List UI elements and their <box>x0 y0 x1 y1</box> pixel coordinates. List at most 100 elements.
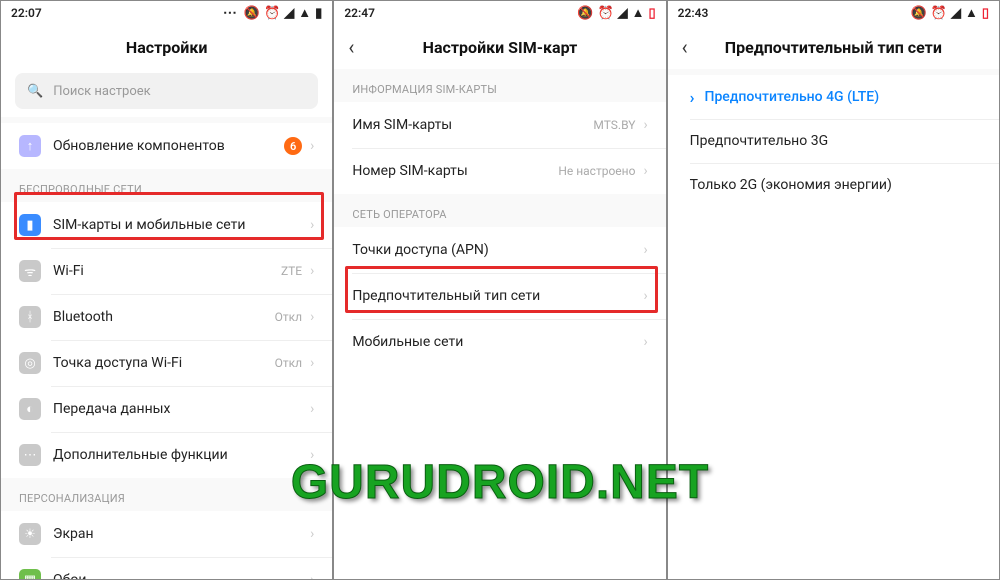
chevron-right-icon: › <box>310 572 314 579</box>
chevron-right-icon: › <box>643 334 647 350</box>
row-value: MTS.BY <box>593 118 635 132</box>
row-value: ZTE <box>281 264 302 278</box>
row-Bluetooth[interactable]: ᚼ Bluetooth Откл › <box>1 294 332 340</box>
wifi-icon: ▲ <box>632 5 645 21</box>
row-Имя SIM-карты[interactable]: Имя SIM-карты MTS.BY › <box>334 102 665 148</box>
sim-list: ИНФОРМАЦИЯ SIM-КАРТЫ Имя SIM-карты MTS.B… <box>334 69 665 579</box>
option-Предпочтительно 3G[interactable]: Предпочтительно 3G <box>668 119 999 163</box>
row-update[interactable]: ↑ Обновление компонентов 6 › <box>1 123 332 169</box>
row-Wi-Fi[interactable]: ᯤ Wi-Fi ZTE › <box>1 248 332 294</box>
row-Мобильные сети[interactable]: Мобильные сети › <box>334 319 665 365</box>
battery-icon: ▯ <box>649 6 656 21</box>
row-label: Bluetooth <box>53 309 275 325</box>
row-value: Откл <box>275 356 302 370</box>
chevron-right-icon: › <box>310 263 314 279</box>
row-label: Wi-Fi <box>53 263 281 279</box>
chevron-right-icon: › <box>310 309 314 325</box>
option-label: Предпочтительно 4G (LTE) <box>705 89 981 105</box>
screen-network-type: 22:43 🔕 ⏰ ◢ ▲ ▯ ‹ Предпочтительный тип с… <box>667 0 1000 580</box>
alarm-icon: ⏰ <box>597 6 613 21</box>
row-value: Откл <box>275 310 302 324</box>
row-Точка доступа Wi-Fi[interactable]: ◎ Точка доступа Wi-Fi Откл › <box>1 340 332 386</box>
wifi-icon: ▲ <box>298 5 311 21</box>
section-wireless: БЕСПРОВОДНЫЕ СЕТИ <box>1 169 332 202</box>
chevron-right-icon: › <box>643 288 647 304</box>
status-time: 22:43 <box>678 6 709 20</box>
chevron-right-icon: › <box>310 401 314 417</box>
signal-icon: ◢ <box>951 6 961 21</box>
status-time: 22:47 <box>344 6 375 20</box>
row-icon: ◎ <box>19 352 41 374</box>
mute-icon: 🔕 <box>577 6 593 21</box>
chevron-right-icon: › <box>310 526 314 542</box>
row-icon: ▦ <box>19 569 41 579</box>
section-operator: СЕТЬ ОПЕРАТОРА <box>334 194 665 227</box>
row-Точки доступа (APN)[interactable]: Точки доступа (APN) › <box>334 227 665 273</box>
row-icon: ᚼ <box>19 306 41 328</box>
status-time: 22:07 <box>11 6 42 20</box>
row-icon: ◐ <box>19 398 41 420</box>
row-label: Номер SIM-карты <box>352 163 558 179</box>
screen-settings: 22:07 ⋯ 🔕 ⏰ ◢ ▲ ▮ Настройки 🔍 Поиск наст… <box>0 0 333 580</box>
search-icon: 🔍 <box>27 84 43 99</box>
back-button[interactable]: ‹ <box>682 35 688 59</box>
row-label: Предпочтительный тип сети <box>352 288 643 304</box>
row-icon: ⋯ <box>19 444 41 466</box>
option-Только 2G (экономия энергии)[interactable]: Только 2G (экономия энергии) <box>668 163 999 207</box>
status-icons: 🔕 ⏰ ◢ ▲ ▯ <box>577 5 655 21</box>
chevron-right-icon: › <box>310 138 314 154</box>
row-icon: ▮ <box>19 214 41 236</box>
status-icons: ⋯ 🔕 ⏰ ◢ ▲ ▮ <box>223 5 322 21</box>
statusbar: 22:07 ⋯ 🔕 ⏰ ◢ ▲ ▮ <box>1 1 332 25</box>
chevron-right-icon: › <box>643 242 647 258</box>
header: Настройки <box>1 25 332 69</box>
mute-icon: 🔕 <box>244 6 260 21</box>
section-personal: ПЕРСОНАЛИЗАЦИЯ <box>1 478 332 511</box>
option-Предпочтительно 4G (LTE)[interactable]: › Предпочтительно 4G (LTE) <box>668 75 999 119</box>
option-label: Только 2G (экономия энергии) <box>690 177 981 193</box>
row-label: Точки доступа (APN) <box>352 242 643 258</box>
page-title: Предпочтительный тип сети <box>725 38 942 57</box>
battery-icon: ▮ <box>315 6 322 21</box>
row-SIM-карты и мобильные сети[interactable]: ▮ SIM-карты и мобильные сети › <box>1 202 332 248</box>
search-placeholder: Поиск настроек <box>53 84 151 99</box>
option-label: Предпочтительно 3G <box>690 133 981 149</box>
screen-sim-settings: 22:47 🔕 ⏰ ◢ ▲ ▯ ‹ Настройки SIM-карт ИНФ… <box>333 0 666 580</box>
chevron-right-icon: › <box>643 117 647 133</box>
page-title: Настройки <box>126 38 208 57</box>
wifi-icon: ▲ <box>965 5 978 21</box>
settings-list: ↑ Обновление компонентов 6 › БЕСПРОВОДНЫ… <box>1 117 332 579</box>
row-label: Экран <box>53 526 310 542</box>
signal-icon: ◢ <box>284 6 294 21</box>
row-Экран[interactable]: ☀ Экран › <box>1 511 332 557</box>
check-icon: › <box>690 88 695 107</box>
row-Дополнительные функции[interactable]: ⋯ Дополнительные функции › <box>1 432 332 478</box>
row-label: Обновление компонентов <box>53 138 284 154</box>
row-Обои[interactable]: ▦ Обои › <box>1 557 332 579</box>
page-title: Настройки SIM-карт <box>423 38 578 57</box>
update-icon: ↑ <box>19 135 41 157</box>
statusbar: 22:47 🔕 ⏰ ◢ ▲ ▯ <box>334 1 665 25</box>
row-label: Мобильные сети <box>352 334 643 350</box>
row-Предпочтительный тип сети[interactable]: Предпочтительный тип сети › <box>334 273 665 319</box>
row-label: SIM-карты и мобильные сети <box>53 217 310 233</box>
battery-icon: ▯ <box>982 6 989 21</box>
alarm-icon: ⏰ <box>931 6 947 21</box>
back-button[interactable]: ‹ <box>348 35 354 59</box>
search-input[interactable]: 🔍 Поиск настроек <box>15 73 318 109</box>
row-label: Обои <box>53 572 310 579</box>
alarm-icon: ⏰ <box>264 6 280 21</box>
section-sim-info: ИНФОРМАЦИЯ SIM-КАРТЫ <box>334 69 665 102</box>
row-icon: ᯤ <box>19 260 41 282</box>
statusbar: 22:43 🔕 ⏰ ◢ ▲ ▯ <box>668 1 999 25</box>
more-icon: ⋯ <box>223 5 238 21</box>
header: ‹ Настройки SIM-карт <box>334 25 665 69</box>
row-Номер SIM-карты[interactable]: Номер SIM-карты Не настроено › <box>334 148 665 194</box>
network-options: › Предпочтительно 4G (LTE) Предпочтитель… <box>668 69 999 579</box>
status-icons: 🔕 ⏰ ◢ ▲ ▯ <box>911 5 989 21</box>
row-label: Передача данных <box>53 401 310 417</box>
row-label: Дополнительные функции <box>53 447 310 463</box>
row-label: Имя SIM-карты <box>352 117 593 133</box>
chevron-right-icon: › <box>310 447 314 463</box>
row-Передача данных[interactable]: ◐ Передача данных › <box>1 386 332 432</box>
